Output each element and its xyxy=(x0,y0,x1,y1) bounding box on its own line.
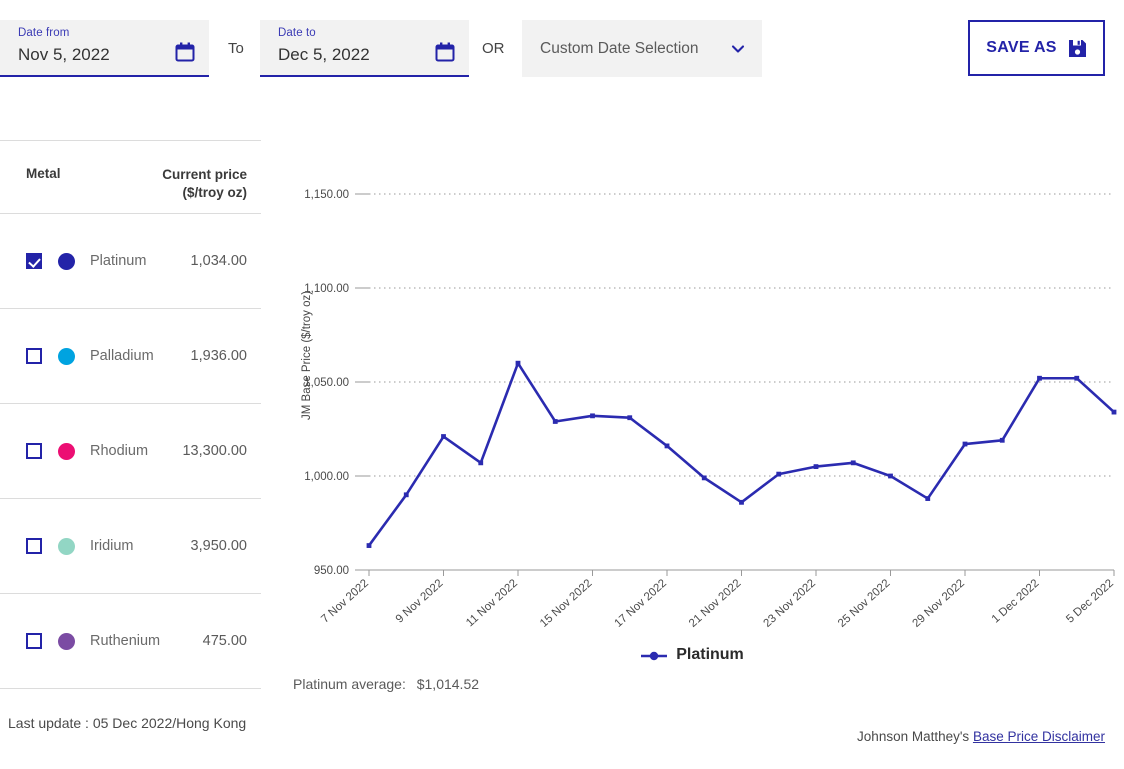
date-from-value: Nov 5, 2022 xyxy=(18,45,110,64)
svg-text:25 Nov 2022: 25 Nov 2022 xyxy=(836,577,892,630)
color-swatch-palladium xyxy=(58,347,75,365)
price-chart-page: Date from Nov 5, 2022 To Date to Dec 5, … xyxy=(0,0,1124,769)
average-value: $1,014.52 xyxy=(416,676,480,692)
svg-text:11 Nov 2022: 11 Nov 2022 xyxy=(464,577,520,629)
custom-date-selection-dropdown[interactable]: Custom Date Selection xyxy=(522,20,762,77)
date-from-label: Date from xyxy=(18,27,70,39)
to-separator-label: To xyxy=(228,40,244,57)
color-swatch-platinum xyxy=(58,252,75,270)
metal-name: Platinum xyxy=(90,253,147,269)
price-line-chart: JM Base Price ($/troy oz) 950.00 1,000.00… xyxy=(261,120,1124,720)
average-readout: Platinum average: $1,014.52 xyxy=(293,676,479,692)
svg-text:1,150.00: 1,150.00 xyxy=(304,189,349,201)
metal-name: Palladium xyxy=(90,348,154,364)
save-as-button[interactable]: SAVE AS xyxy=(968,20,1105,76)
svg-text:5 Dec 2022: 5 Dec 2022 xyxy=(1064,577,1116,625)
metal-price: 1,034.00 xyxy=(190,253,247,269)
metal-price: 1,936.00 xyxy=(190,348,247,364)
svg-text:15 Nov 2022: 15 Nov 2022 xyxy=(538,577,594,630)
legend-label-platinum: Platinum xyxy=(676,646,744,663)
color-swatch-iridium xyxy=(58,537,75,555)
save-as-label: SAVE AS xyxy=(986,39,1057,56)
legend-marker-platinum xyxy=(641,649,668,661)
last-update-text: Last update : 05 Dec 2022/Hong Kong xyxy=(8,715,247,731)
column-header-metal: Metal xyxy=(26,166,61,181)
table-row[interactable]: Ruthenium 475.00 xyxy=(0,594,261,688)
chart-legend: Platinum xyxy=(261,646,1124,664)
date-from-field[interactable]: Date from Nov 5, 2022 xyxy=(0,20,209,77)
column-header-current-price: Current price ($/troy oz) xyxy=(162,166,247,202)
column-header-current-price-line2: ($/troy oz) xyxy=(182,185,247,200)
metal-checkbox-platinum[interactable] xyxy=(26,253,42,269)
table-row[interactable]: Iridium 3,950.00 xyxy=(0,499,261,593)
table-row[interactable]: Rhodium 13,300.00 xyxy=(0,404,261,498)
metal-checkbox-iridium[interactable] xyxy=(26,538,42,554)
metal-list-table: Metal Current price ($/troy oz) Platinum… xyxy=(0,140,261,689)
metal-checkbox-ruthenium[interactable] xyxy=(26,633,42,649)
svg-text:21 Nov 2022: 21 Nov 2022 xyxy=(687,577,743,630)
date-to-field[interactable]: Date to Dec 5, 2022 xyxy=(260,20,469,77)
svg-text:1,100.00: 1,100.00 xyxy=(304,283,349,295)
metal-price: 13,300.00 xyxy=(182,443,247,459)
calendar-icon[interactable] xyxy=(175,42,195,62)
disclaimer-prefix: Johnson Matthey's xyxy=(857,729,970,744)
table-row[interactable]: Platinum 1,034.00 xyxy=(0,214,261,308)
svg-text:1 Dec 2022: 1 Dec 2022 xyxy=(990,577,1042,625)
date-to-label: Date to xyxy=(278,27,316,39)
svg-text:1,050.00: 1,050.00 xyxy=(304,377,349,389)
svg-text:9 Nov 2022: 9 Nov 2022 xyxy=(394,577,446,625)
svg-text:23 Nov 2022: 23 Nov 2022 xyxy=(762,577,818,630)
chevron-down-icon xyxy=(730,41,746,57)
color-swatch-ruthenium xyxy=(58,632,75,650)
divider xyxy=(0,688,261,689)
disclaimer: Johnson Matthey's Base Price Disclaimer xyxy=(857,729,1105,744)
metal-checkbox-rhodium[interactable] xyxy=(26,443,42,459)
color-swatch-rhodium xyxy=(58,442,75,460)
metal-price: 475.00 xyxy=(202,633,247,649)
custom-date-selection-value: Custom Date Selection xyxy=(540,39,699,57)
svg-text:17 Nov 2022: 17 Nov 2022 xyxy=(613,577,669,630)
calendar-icon[interactable] xyxy=(435,42,455,62)
svg-text:950.00: 950.00 xyxy=(314,565,349,577)
base-price-disclaimer-link[interactable]: Base Price Disclaimer xyxy=(973,729,1105,744)
table-row[interactable]: Palladium 1,936.00 xyxy=(0,309,261,403)
column-header-current-price-line1: Current price xyxy=(162,167,247,182)
metal-checkbox-palladium[interactable] xyxy=(26,348,42,364)
metal-name: Ruthenium xyxy=(90,633,161,649)
metal-price: 3,950.00 xyxy=(190,538,247,554)
metal-name: Iridium xyxy=(90,538,134,554)
svg-text:7 Nov 2022: 7 Nov 2022 xyxy=(319,577,371,625)
svg-text:29 Nov 2022: 29 Nov 2022 xyxy=(911,577,967,630)
metal-name: Rhodium xyxy=(90,443,149,459)
table-header: Metal Current price ($/troy oz) xyxy=(0,141,261,213)
average-label: Platinum average: xyxy=(293,676,406,692)
date-to-value: Dec 5, 2022 xyxy=(278,45,370,64)
svg-text:1,000.00: 1,000.00 xyxy=(304,471,349,483)
save-disk-icon xyxy=(1068,39,1087,58)
or-separator-label: OR xyxy=(482,40,505,57)
chart-svg: 950.00 1,000.00 1,050.00 1,100.00 1,150.00 7 … xyxy=(304,189,1117,630)
date-range-toolbar: Date from Nov 5, 2022 To Date to Dec 5, … xyxy=(0,0,1124,96)
